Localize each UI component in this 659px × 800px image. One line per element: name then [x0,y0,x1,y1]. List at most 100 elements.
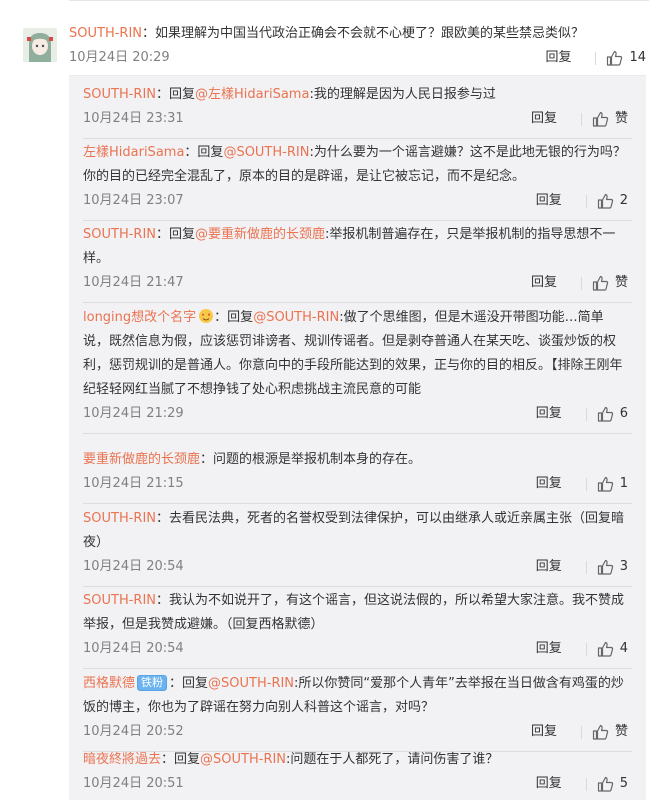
reply-button[interactable]: 回复 [531,271,575,295]
reply-timestamp: 10月24日 21:47 [83,275,184,290]
reply-body: :我的理解是因为人民日报参与过 [309,87,496,102]
reply-actions: 回复 2 [536,189,628,213]
action-divider [595,51,597,65]
reply-actions: 回复 赞 [531,720,628,744]
reply-actions: 回复 赞 [531,107,628,131]
reply-item: 要重新做鹿的长颈鹿：问题的根源是举报机制本身的存在。 10月24日 21:15 回复… [83,448,632,504]
reply-timestamp: 10月24日 21:15 [83,476,184,491]
action-divider [585,477,587,491]
mention-link[interactable]: @SOUTH-RIN [223,145,309,160]
action-divider [580,276,582,290]
reply-divider [83,503,632,504]
reply-list: SOUTH-RIN：回复@左樣HidariSama:我的理解是因为人民日报参与过… [69,75,646,800]
reply-text: SOUTH-RIN：去看民法典，死者的名誉权受到法律保护，可以由继承人或近亲属主… [83,507,628,555]
reply-text: longing想改个名字 ：回复@SOUTH-RIN:做了个思维图，但是木遥没开带… [83,306,628,402]
reply-button[interactable]: 回复 [545,46,589,70]
thumbs-up-icon [597,559,613,575]
reply-item: 暗夜終將過去：回复@SOUTH-RIN:问题在于人都死了，请问伤害了谁？ 10月2… [83,748,628,796]
reply-username[interactable]: SOUTH-RIN [83,593,156,608]
reply-username[interactable]: SOUTH-RIN [83,511,156,526]
thumbs-up-icon [597,641,613,657]
reply-divider [83,302,632,303]
reply-divider [83,138,632,139]
reply-username[interactable]: 左樣HidariSama [83,145,184,160]
comment-actions: 回复 14 [545,46,646,70]
comment-thread: SOUTH-RIN：如果理解为中国当代政治正确会不会就不心梗了？跟欧美的某些禁忌… [0,0,659,800]
avatar[interactable] [23,28,57,62]
like-count: 4 [619,641,628,656]
action-divider [585,194,587,208]
reply-button[interactable]: 回复 [536,472,580,496]
like-button[interactable]: 1 [597,472,628,496]
reply-meta: 10月24日 20:54 回复 4 [83,637,628,661]
comment-username[interactable]: SOUTH-RIN [69,26,142,41]
reply-body: ：回复 [156,87,196,102]
mention-link[interactable]: @SOUTH-RIN [200,752,286,767]
reply-item: SOUTH-RIN：回复@要重新做鹿的长颈鹿:举报机制普遍存在，只是举报机制的指… [83,223,632,303]
reply-timestamp: 10月24日 23:07 [83,193,184,208]
reply-button[interactable]: 回复 [531,720,575,744]
thumbs-up-icon [592,275,609,291]
reply-divider [83,220,632,221]
reply-text: 暗夜終將過去：回复@SOUTH-RIN:问题在于人都死了，请问伤害了谁？ [83,748,628,772]
like-button[interactable]: 赞 [592,720,628,744]
reply-timestamp: 10月24日 20:51 [83,776,184,791]
like-count: 14 [629,50,646,65]
like-count: 5 [619,776,628,791]
reply-meta: 10月24日 21:29 回复 6 [83,402,628,426]
like-count: 1 [619,476,628,491]
like-button[interactable]: 赞 [592,107,628,131]
reply-actions: 回复 3 [536,555,628,579]
reply-username[interactable]: 要重新做鹿的长颈鹿 [83,452,200,467]
reply-text: 西格默德 铁粉 ：回复@SOUTH-RIN:所以你赞同“爱那个人青年”去举报在当日做… [83,672,628,720]
like-count: 2 [619,193,628,208]
reply-username[interactable]: 西格默德 [83,676,135,691]
reply-timestamp: 10月24日 21:29 [83,406,184,421]
thumbs-up-icon [592,724,609,740]
like-button[interactable]: 3 [597,555,628,579]
fan-badge[interactable]: 铁粉 [137,675,168,691]
reply-body: ：回复 [214,310,254,325]
reply-item: longing想改个名字 ：回复@SOUTH-RIN:做了个思维图，但是木遥没开带… [83,306,632,434]
reply-actions: 回复 4 [536,637,628,661]
like-button[interactable]: 2 [597,189,628,213]
reply-username[interactable]: longing想改个名字 [83,310,196,325]
mention-link[interactable]: @要重新做鹿的长颈鹿 [195,227,325,242]
reply-text: 要重新做鹿的长颈鹿：问题的根源是举报机制本身的存在。 [83,448,628,472]
reply-button[interactable]: 回复 [531,107,575,131]
like-count: 赞 [614,275,628,290]
action-divider [585,777,587,791]
like-button[interactable]: 赞 [592,271,628,295]
thumbs-up-icon [597,476,613,492]
like-button[interactable]: 6 [597,402,628,426]
reply-item: SOUTH-RIN：我认为不如说开了，有这个谣言，但这说法假的，所以希望大家注意… [83,589,632,669]
mention-link[interactable]: @SOUTH-RIN [208,676,294,691]
reply-body: :问题在于人都死了，请问伤害了谁？ [286,752,499,767]
like-count: 6 [619,406,628,421]
like-count: 赞 [614,111,628,126]
reply-button[interactable]: 回复 [536,555,580,579]
thumbs-up-icon [597,193,613,209]
like-button[interactable]: 5 [597,772,628,796]
top-divider [69,0,649,1]
reply-username[interactable]: SOUTH-RIN [83,227,156,242]
reply-button[interactable]: 回复 [536,772,580,796]
reply-timestamp: 10月24日 20:52 [83,724,184,739]
like-button[interactable]: 4 [597,637,628,661]
like-count: 赞 [614,724,628,739]
reply-username[interactable]: SOUTH-RIN [83,87,156,102]
reply-button[interactable]: 回复 [536,402,580,426]
reply-button[interactable]: 回复 [536,189,580,213]
reply-actions: 回复 赞 [531,271,628,295]
reply-button[interactable]: 回复 [536,637,580,661]
reply-divider [83,586,632,587]
like-button[interactable]: 14 [606,46,646,70]
reply-username[interactable]: 暗夜終將過去 [83,752,161,767]
mention-link[interactable]: @SOUTH-RIN [253,310,339,325]
reply-text: 左樣HidariSama：回复@SOUTH-RIN:为什么要为一个谣言避嫌？这不… [83,141,628,189]
reply-text: SOUTH-RIN：回复@要重新做鹿的长颈鹿:举报机制普遍存在，只是举报机制的指… [83,223,628,271]
reply-meta: 10月24日 20:54 回复 3 [83,555,628,579]
action-divider [585,407,587,421]
mention-link[interactable]: @左樣HidariSama [195,87,309,102]
reply-divider [83,433,632,434]
